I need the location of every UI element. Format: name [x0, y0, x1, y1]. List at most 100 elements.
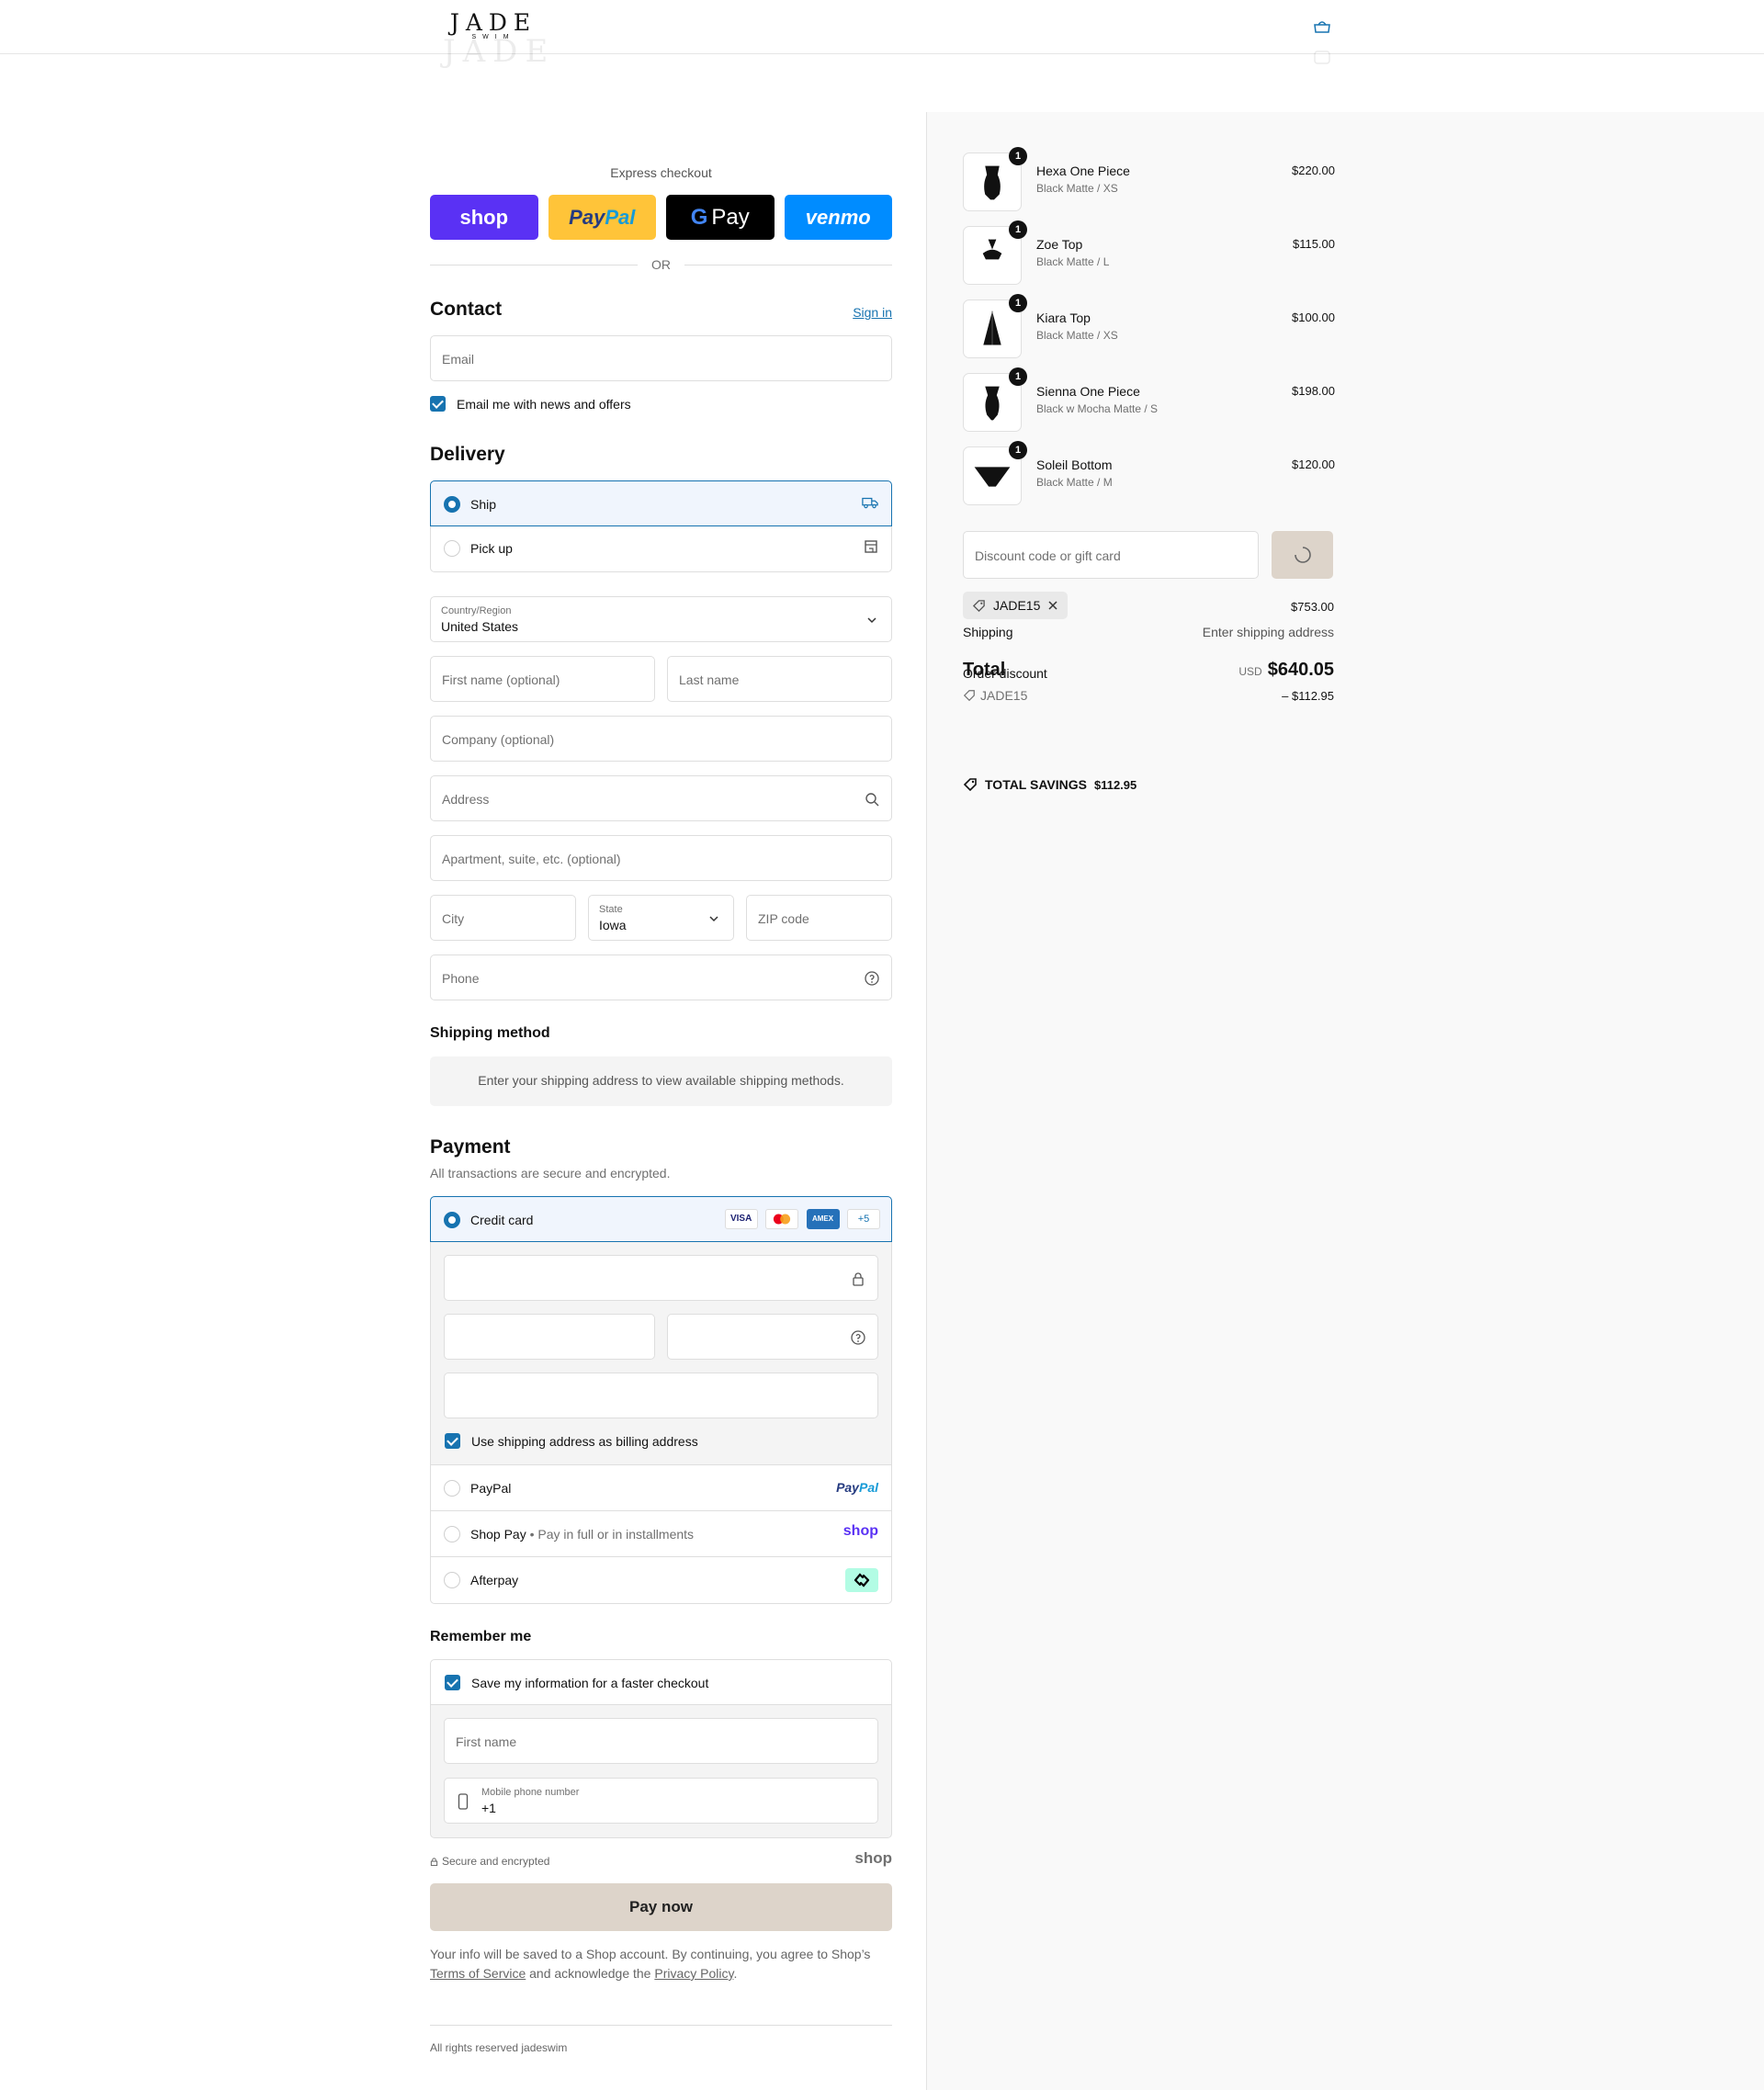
sign-in-link[interactable]: Sign in [853, 305, 892, 320]
visa-icon: VISA [724, 1209, 758, 1229]
help-circle-icon[interactable] [850, 1329, 866, 1346]
card-expiry-field[interactable] [444, 1314, 655, 1360]
help-circle-icon[interactable] [864, 970, 880, 987]
lock-icon [853, 1272, 864, 1286]
afterpay-icon [854, 1573, 870, 1587]
contact-heading: Contact [430, 299, 503, 320]
paypal-option[interactable]: PayPal PayPal [431, 1465, 891, 1511]
terms-link[interactable]: Terms of Service [430, 1966, 526, 1981]
product-variant: Black Matte / XS [1036, 182, 1118, 195]
save-info-row[interactable]: Save my information for a faster checkou… [430, 1659, 892, 1705]
paypal-button[interactable]: Pay Pal [548, 195, 656, 240]
or-divider: OR [430, 255, 892, 274]
gpay-label: Pay [711, 204, 750, 230]
news-checkbox[interactable] [430, 396, 446, 412]
state-value: Iowa [599, 918, 627, 932]
ship-option[interactable]: Ship [430, 480, 892, 526]
paypal-logo-a: Pay [569, 205, 605, 229]
afterpay-radio[interactable] [444, 1572, 460, 1588]
cart-bag-icon[interactable] [1313, 20, 1331, 33]
zip-field[interactable]: ZIP code [746, 895, 892, 941]
ship-radio[interactable] [444, 496, 460, 513]
card-cvv-field[interactable] [667, 1314, 878, 1360]
legal-part1: Your info will be saved to a Shop accoun… [430, 1947, 871, 1961]
payment-heading: Payment [430, 1136, 511, 1158]
city-field[interactable]: City [430, 895, 576, 941]
address-field[interactable]: Address [430, 775, 892, 821]
phone-placeholder: Phone [442, 971, 480, 986]
credit-card-radio[interactable] [444, 1212, 460, 1228]
zip-placeholder: ZIP code [758, 911, 809, 926]
shop-pay-logo: shop [842, 1523, 878, 1539]
email-field[interactable]: Email [430, 335, 892, 381]
billing-same-checkbox[interactable] [445, 1433, 460, 1449]
card-name-field[interactable] [444, 1373, 878, 1418]
shipping-value: Enter shipping address [1202, 625, 1334, 639]
truck-icon [862, 497, 878, 509]
credit-card-form: Use shipping address as billing address [430, 1242, 892, 1465]
paypal-label: PayPal [470, 1481, 512, 1496]
legal-text: Your info will be saved to a Shop accoun… [430, 1945, 892, 1983]
cart-bag-ghost-icon [1314, 51, 1330, 64]
company-field[interactable]: Company (optional) [430, 716, 892, 762]
shop-pay-option[interactable]: Shop Pay • Pay in full or in installment… [431, 1511, 891, 1557]
shop-pay-radio[interactable] [444, 1526, 460, 1542]
privacy-link[interactable]: Privacy Policy [654, 1966, 733, 1981]
apartment-field[interactable]: Apartment, suite, etc. (optional) [430, 835, 892, 881]
credit-card-option[interactable]: Credit card VISA AMEX +5 [430, 1196, 892, 1242]
remember-first-name-field[interactable]: First name [444, 1718, 878, 1764]
phone-field[interactable]: Phone [430, 955, 892, 1000]
last-name-field[interactable]: Last name [667, 656, 892, 702]
total-label: Total [963, 660, 1006, 680]
mastercard-circles [774, 1214, 791, 1225]
country-select[interactable]: Country/Region United States [430, 596, 892, 642]
address-placeholder: Address [442, 792, 490, 807]
amex-icon: AMEX [806, 1209, 840, 1229]
company-placeholder: Company (optional) [442, 732, 555, 747]
savings-tag-icon [963, 778, 977, 792]
express-checkout-buttons: shop Pay Pal G Pay venmo [430, 195, 892, 240]
total-savings: TOTAL SAVINGS $112.95 [963, 777, 1136, 792]
loading-spinner-icon [1295, 547, 1311, 563]
product-name: Kiara Top [1036, 311, 1091, 325]
apply-discount-button[interactable] [1272, 531, 1333, 579]
tag-icon [963, 690, 975, 702]
brand-ghost-text: JADE [443, 33, 556, 70]
google-g-logo: G [690, 204, 708, 230]
product-variant: Black Matte / M [1036, 476, 1113, 489]
billing-same-label: Use shipping address as billing address [471, 1434, 698, 1449]
save-info-checkbox[interactable] [445, 1675, 460, 1690]
remember-me-form: First name Mobile phone number +1 [430, 1705, 892, 1838]
first-name-placeholder: First name (optional) [442, 672, 560, 687]
line-item: 1 Kiara Top Black Matte / XS $100.00 [963, 294, 1335, 358]
shop-logo: shop [854, 1849, 892, 1867]
paypal-radio[interactable] [444, 1480, 460, 1497]
google-pay-button[interactable]: G Pay [666, 195, 775, 240]
discount-code-row: JADE15 [963, 688, 1027, 703]
country-label: Country/Region [441, 605, 512, 616]
paypal-logo: PayPal [836, 1480, 878, 1495]
card-number-field[interactable] [444, 1255, 878, 1301]
payment-method-group: Credit card VISA AMEX +5 [430, 1196, 892, 1242]
product-price: $198.00 [1292, 384, 1335, 398]
discount-input[interactable]: Discount code or gift card [963, 531, 1259, 579]
state-label: State [599, 904, 623, 915]
remove-discount-icon[interactable] [1047, 600, 1058, 611]
footer-text: All rights reserved jadeswim [430, 2041, 568, 2054]
state-select[interactable]: State Iowa [588, 895, 734, 941]
shipping-label: Shipping [963, 625, 1013, 639]
product-price: $115.00 [1292, 237, 1335, 251]
venmo-logo-text: venmo [805, 205, 871, 229]
shop-pay-button[interactable]: shop [430, 195, 538, 240]
mobile-phone-field[interactable]: Mobile phone number +1 [444, 1778, 878, 1824]
venmo-button[interactable]: venmo [784, 195, 892, 240]
pickup-radio[interactable] [444, 540, 460, 557]
afterpay-option[interactable]: Afterpay [431, 1557, 891, 1603]
pickup-option[interactable]: Pick up [431, 525, 891, 571]
afterpay-label: Afterpay [470, 1573, 519, 1587]
discount-code-text: JADE15 [980, 688, 1028, 703]
first-name-field[interactable]: First name (optional) [430, 656, 655, 702]
pay-now-button[interactable]: Pay now [430, 1883, 892, 1931]
footer-divider [430, 2025, 892, 2026]
brand-logo-ghost: JADE [443, 33, 556, 70]
